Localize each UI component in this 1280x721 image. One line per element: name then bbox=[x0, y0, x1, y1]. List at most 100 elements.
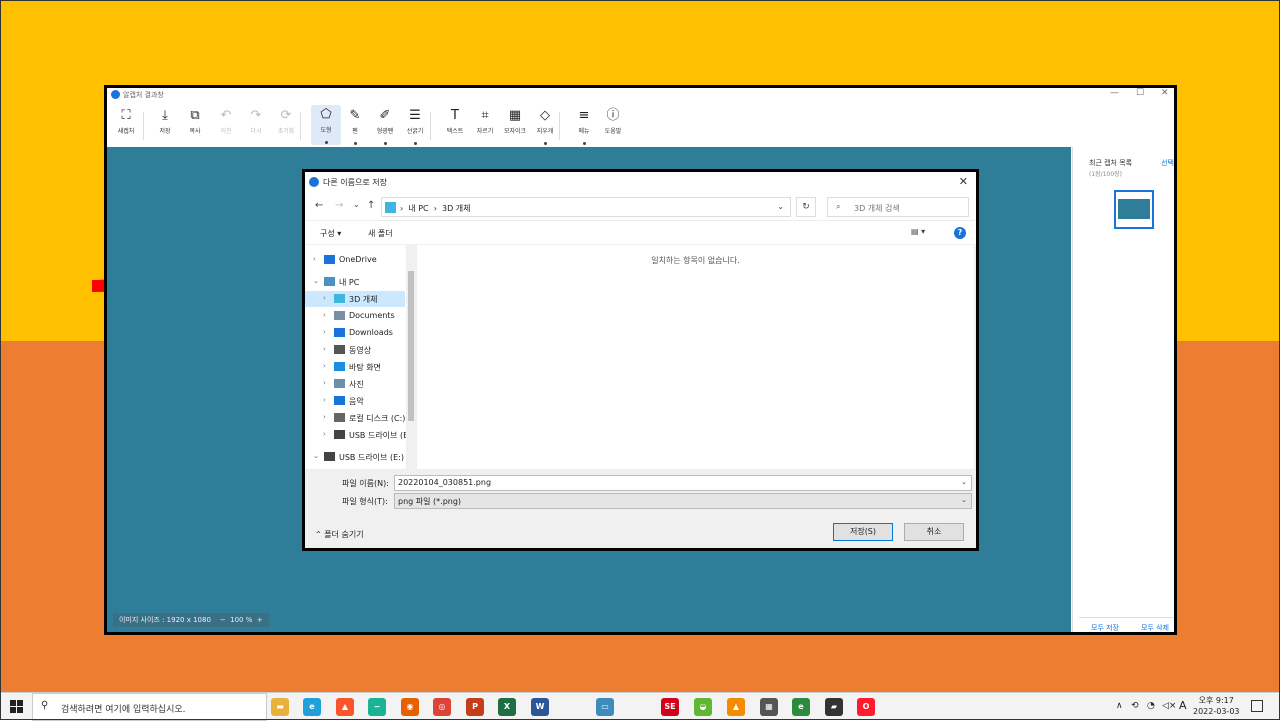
remote-desktop-icon[interactable]: ▭ bbox=[596, 698, 614, 716]
chevron-right-icon[interactable]: › bbox=[323, 379, 326, 387]
tree-item[interactable]: › 로컬 디스크 (C:) bbox=[305, 410, 405, 426]
chevron-right-icon[interactable]: › bbox=[323, 311, 326, 319]
network-icon[interactable]: ⟲ bbox=[1131, 701, 1139, 711]
excel-icon[interactable]: X bbox=[498, 698, 516, 716]
chevron-down-icon[interactable]: ⌄ bbox=[961, 496, 967, 504]
notification-icon[interactable] bbox=[1251, 700, 1263, 712]
save-all-button[interactable]: 모두 저장 bbox=[1091, 623, 1119, 632]
chevron-right-icon[interactable]: › bbox=[323, 362, 326, 370]
download-tool-button[interactable]: ⤓ 저장 bbox=[150, 106, 180, 135]
minimize-button[interactable]: — bbox=[1110, 88, 1119, 98]
close-button[interactable]: ✕ bbox=[1161, 88, 1169, 98]
android-icon[interactable]: ◒ bbox=[694, 698, 712, 716]
select-button[interactable]: 선택 bbox=[1161, 158, 1174, 168]
recent-locations-button[interactable]: ⌄ bbox=[353, 200, 360, 209]
redo-tool-button[interactable]: ↷ 다시 bbox=[241, 106, 271, 135]
edge-icon[interactable]: e bbox=[303, 698, 321, 716]
address-bar[interactable]: › 내 PC › 3D 개체 ⌄ bbox=[381, 197, 791, 217]
chevron-right-icon[interactable]: › bbox=[323, 396, 326, 404]
delete-all-button[interactable]: 모두 삭제 bbox=[1141, 623, 1169, 632]
word-icon[interactable]: W bbox=[531, 698, 549, 716]
chevron-right-icon[interactable]: › bbox=[323, 328, 326, 336]
taskbar-search-input[interactable]: ⚲ 검색하려면 여기에 입력하십시오. bbox=[32, 693, 267, 721]
tool-label: 도형 bbox=[320, 127, 332, 134]
copy-tool-button[interactable]: ⧉ 복사 bbox=[180, 106, 210, 135]
maximize-button[interactable]: ☐ bbox=[1136, 88, 1144, 98]
volume-icon[interactable]: ◁× bbox=[1162, 701, 1176, 711]
refresh-button[interactable]: ↻ bbox=[796, 197, 816, 217]
chevron-right-icon[interactable]: › bbox=[323, 294, 326, 302]
text-tool-button[interactable]: T 텍스트 bbox=[440, 106, 470, 135]
tree-item[interactable]: › 바탕 화면 bbox=[305, 359, 405, 375]
chevron-down-icon[interactable]: ⌄ bbox=[313, 452, 319, 460]
taskbar-clock[interactable]: 오후 9:17 2022-03-03 bbox=[1193, 695, 1240, 717]
chevron-right-icon[interactable]: › bbox=[313, 255, 316, 263]
back-button[interactable]: ← bbox=[315, 200, 323, 211]
clock-date: 2022-03-03 bbox=[1193, 707, 1240, 716]
shape-tool-button[interactable]: ⬠ 도형 bbox=[311, 105, 341, 145]
eraser-tool-button[interactable]: ◇ 지우개 bbox=[530, 106, 560, 145]
cancel-button[interactable]: 취소 bbox=[904, 523, 964, 541]
calculator-icon[interactable]: ▦ bbox=[760, 698, 778, 716]
organize-button[interactable]: 구성 ▾ bbox=[320, 228, 341, 239]
whale-icon[interactable]: ∽ bbox=[368, 698, 386, 716]
screenshot-editor-icon[interactable]: SE bbox=[661, 698, 679, 716]
app-title: 알캡처 결과창 bbox=[123, 91, 164, 99]
tree-scrollbar[interactable] bbox=[406, 245, 416, 469]
mosaic-tool-button[interactable]: ▦ 모자이크 bbox=[500, 106, 530, 135]
file-explorer-icon[interactable]: ▬ bbox=[271, 698, 289, 716]
tree-item[interactable]: › 사진 bbox=[305, 376, 405, 392]
tree-item[interactable]: ⌄ 내 PC bbox=[305, 274, 405, 290]
filetype-select[interactable]: png 파일 (*.png) ⌄ bbox=[394, 493, 972, 509]
filename-input[interactable]: 20220104_030851.png ⌄ bbox=[394, 475, 972, 491]
undo-tool-button[interactable]: ↶ 이전 bbox=[211, 106, 241, 135]
chevron-right-icon[interactable]: › bbox=[323, 345, 326, 353]
windows-start-icon[interactable] bbox=[10, 700, 23, 713]
save-button[interactable]: 저장(S) bbox=[833, 523, 893, 541]
opera-icon[interactable]: O bbox=[857, 698, 875, 716]
dialog-close-button[interactable]: ✕ bbox=[959, 175, 968, 188]
folder-search-input[interactable]: ⌕ 3D 개체 검색 bbox=[827, 197, 969, 217]
cut-tool-button[interactable]: ⌗ 자르기 bbox=[470, 106, 500, 135]
tree-item[interactable]: › Downloads bbox=[305, 325, 405, 341]
line-width-tool-button[interactable]: ☰ 선굵기 bbox=[400, 106, 430, 145]
tree-item[interactable]: › OneDrive bbox=[305, 252, 405, 268]
menu-tool-button[interactable]: ≡ 메뉴 bbox=[569, 106, 599, 145]
view-options-button[interactable]: ▤ ▾ bbox=[911, 227, 925, 236]
tree-item[interactable]: › 동영상 bbox=[305, 342, 405, 358]
tree-item[interactable]: › 음악 bbox=[305, 393, 405, 409]
tray-chevron-icon[interactable]: ∧ bbox=[1116, 701, 1123, 711]
chevron-right-icon[interactable]: › bbox=[323, 413, 326, 421]
chevron-right-icon[interactable]: › bbox=[323, 430, 326, 438]
sticky-notes-icon[interactable]: ▰ bbox=[825, 698, 843, 716]
tree-item[interactable]: › 3D 개체 bbox=[305, 291, 405, 307]
capture-thumbnail[interactable] bbox=[1114, 190, 1154, 229]
ime-indicator[interactable]: A bbox=[1179, 699, 1187, 712]
powerpoint-icon[interactable]: P bbox=[466, 698, 484, 716]
file-list[interactable]: 일치하는 항목이 없습니다. bbox=[417, 245, 974, 469]
reset-tool-button[interactable]: ⟳ 초기화 bbox=[271, 106, 301, 135]
chevron-down-icon[interactable]: ⌄ bbox=[313, 277, 319, 285]
new-folder-button[interactable]: 새 폴더 bbox=[368, 228, 393, 239]
pen-tool-button[interactable]: ✎ 펜 bbox=[340, 106, 370, 145]
vlc-icon[interactable]: ▲ bbox=[727, 698, 745, 716]
chevron-down-icon[interactable]: ⌄ bbox=[961, 478, 967, 486]
brave-icon[interactable]: ▲ bbox=[336, 698, 354, 716]
edge-dev-icon[interactable]: e bbox=[792, 698, 810, 716]
tree-item[interactable]: › USB 드라이브 (E bbox=[305, 427, 408, 443]
crop-tool-button[interactable]: ⛶ 새캡처 bbox=[111, 106, 141, 135]
up-button[interactable]: ↑ bbox=[367, 200, 375, 211]
forward-button[interactable]: → bbox=[335, 200, 343, 211]
highlighter-tool-button[interactable]: ✐ 형광펜 bbox=[370, 106, 400, 145]
tree-item[interactable]: ⌄ USB 드라이브 (E:) bbox=[305, 449, 405, 465]
wifi-icon[interactable]: ◔ bbox=[1147, 701, 1155, 711]
address-dropdown-button[interactable]: ⌄ bbox=[777, 202, 784, 211]
hide-folders-button[interactable]: ⌃ 폴더 숨기기 bbox=[315, 529, 364, 540]
info-tool-button[interactable]: ⓘ 도움말 bbox=[598, 106, 628, 135]
chrome-icon[interactable]: ◎ bbox=[433, 698, 451, 716]
help-icon[interactable]: ? bbox=[954, 227, 966, 239]
zoom-in-button[interactable]: + bbox=[257, 616, 263, 624]
zoom-out-button[interactable]: − bbox=[220, 616, 226, 624]
firefox-icon[interactable]: ◉ bbox=[401, 698, 419, 716]
tree-item[interactable]: › Documents bbox=[305, 308, 405, 324]
